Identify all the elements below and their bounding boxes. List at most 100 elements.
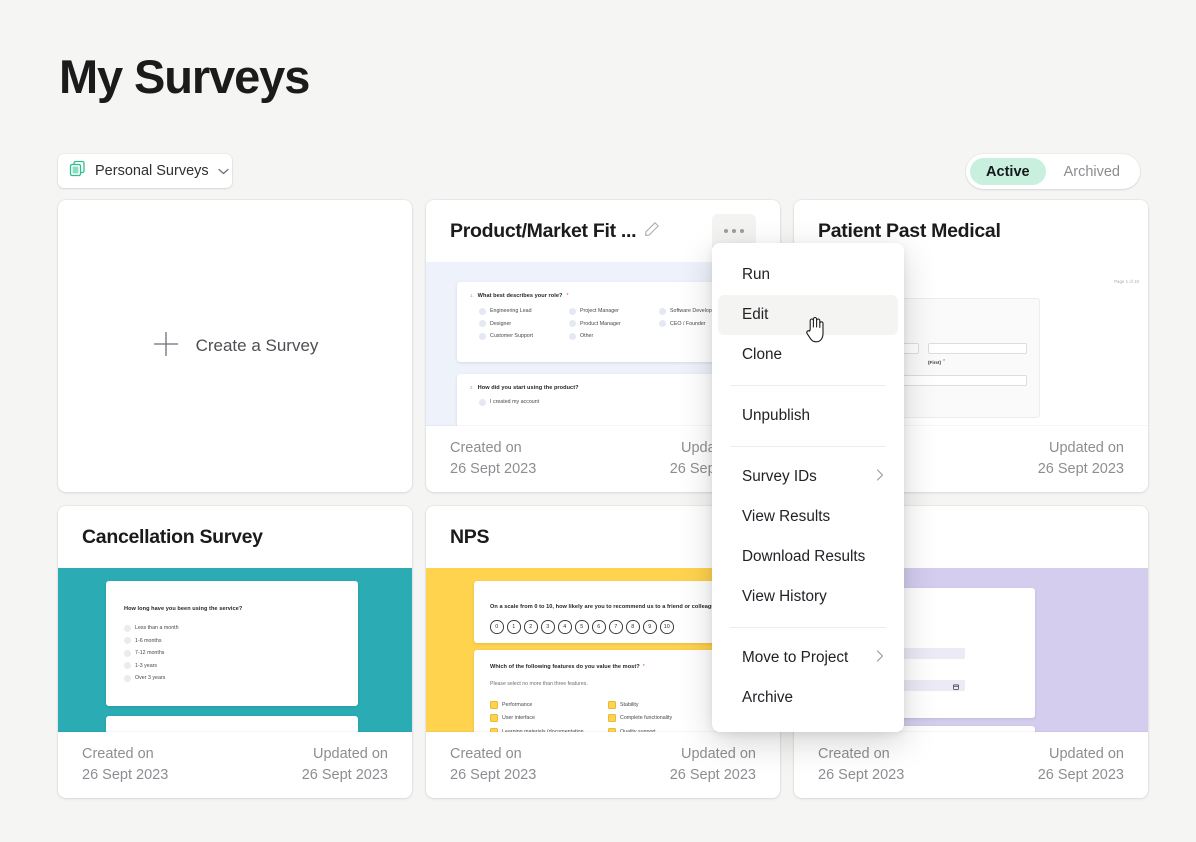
required-marker: * xyxy=(643,664,645,670)
menu-item-label: Survey IDs xyxy=(742,468,817,486)
survey-card-cancellation-survey[interactable]: Cancellation Survey How long have you be… xyxy=(58,506,412,798)
updated-meta: Updated on 26 Sept 2023 xyxy=(1038,744,1124,785)
menu-item-clone[interactable]: Clone xyxy=(718,335,898,375)
my-surveys-page: My Surveys Personal Surveys Active Archi… xyxy=(0,0,1196,842)
chevron-down-icon xyxy=(218,162,229,180)
card-footer: Created on 26 Sept 2023 Updated on 26 Se… xyxy=(794,732,1148,798)
menu-item-survey-ids[interactable]: Survey IDs xyxy=(718,457,898,497)
chevron-right-icon xyxy=(876,468,884,486)
question-text: On a scale from 0 to 10, how likely are … xyxy=(490,604,721,610)
updated-date: 26 Sept 2023 xyxy=(1038,765,1124,786)
created-label: Created on xyxy=(450,744,536,765)
card-title: Patient Past Medical xyxy=(818,220,1001,243)
updated-date: 26 Sept 2023 xyxy=(1038,459,1124,480)
project-selector-label: Personal Surveys xyxy=(95,163,209,179)
option-label: 1-6 months xyxy=(135,638,162,644)
created-label: Created on xyxy=(82,744,168,765)
option-label: I created my account xyxy=(490,399,539,405)
scale-option[interactable]: 0 xyxy=(490,620,504,634)
menu-item-edit[interactable]: Edit xyxy=(718,295,898,335)
menu-separator xyxy=(730,446,886,447)
option-label: Designer xyxy=(490,321,511,327)
created-label: Created on xyxy=(450,438,536,459)
scale-option[interactable]: 3 xyxy=(541,620,555,634)
scale-option[interactable]: 6 xyxy=(592,620,606,634)
menu-item-run[interactable]: Run xyxy=(718,255,898,295)
card-header: Cancellation Survey xyxy=(58,506,412,568)
menu-item-view-results[interactable]: View Results xyxy=(718,497,898,537)
menu-item-unpublish[interactable]: Unpublish xyxy=(718,396,898,436)
tab-archived[interactable]: Archived xyxy=(1048,158,1136,185)
updated-label: Updated on xyxy=(1038,744,1124,765)
option-label: CEO / Founder xyxy=(670,321,706,327)
updated-meta: Updated on 26 Sept 2023 xyxy=(1038,438,1124,479)
updated-date: 26 Sept 2023 xyxy=(670,765,756,786)
scale-option[interactable]: 5 xyxy=(575,620,589,634)
updated-date: 26 Sept 2023 xyxy=(302,765,388,786)
option-label: User interface xyxy=(502,715,535,721)
scale-option[interactable]: 2 xyxy=(524,620,538,634)
option-label: Complete functionality xyxy=(620,715,672,721)
updated-label: Updated on xyxy=(670,744,756,765)
updated-meta: Updated on 26 Sept 2023 xyxy=(670,744,756,785)
question-number: 2. xyxy=(470,385,474,391)
option-label: Stability xyxy=(620,702,639,708)
surveys-stack-icon xyxy=(69,160,86,182)
menu-item-download-results[interactable]: Download Results xyxy=(718,537,898,577)
plus-icon xyxy=(152,330,180,363)
scale-option[interactable]: 9 xyxy=(643,620,657,634)
option-label: Software Developer xyxy=(670,308,717,314)
survey-grid: Create a Survey Product/Market Fit ... 1… xyxy=(58,200,1140,798)
menu-separator xyxy=(730,627,886,628)
required-marker: * xyxy=(943,359,945,365)
menu-item-view-history[interactable]: View History xyxy=(718,577,898,617)
updated-label: Updated on xyxy=(302,744,388,765)
menu-item-move-to-project[interactable]: Move to Project xyxy=(718,638,898,678)
option-label: Over 3 years xyxy=(135,675,165,681)
required-marker: * xyxy=(566,293,568,299)
option-label: 1-3 years xyxy=(135,663,157,669)
question-text: What best describes your role? xyxy=(478,293,563,299)
scale-option[interactable]: 10 xyxy=(660,620,674,634)
tab-active[interactable]: Active xyxy=(970,158,1046,185)
option-label: Other xyxy=(580,333,593,339)
chevron-right-icon xyxy=(876,649,884,667)
project-selector[interactable]: Personal Surveys xyxy=(58,154,232,188)
updated-label: Updated on xyxy=(1038,438,1124,459)
card-title: NPS xyxy=(450,526,489,549)
created-date: 26 Sept 2023 xyxy=(818,765,904,786)
create-survey-label: Create a Survey xyxy=(196,336,319,356)
scale-option[interactable]: 8 xyxy=(626,620,640,634)
page-title: My Surveys xyxy=(59,52,309,103)
scale-option[interactable]: 1 xyxy=(507,620,521,634)
question-text: Which of the following features do you v… xyxy=(490,664,640,670)
created-meta: Created on 26 Sept 2023 xyxy=(450,438,536,479)
card-context-menu[interactable]: Run Edit Clone Unpublish Survey IDs View… xyxy=(712,243,904,732)
option-label: Less than a month xyxy=(135,625,179,631)
scale-option[interactable]: 4 xyxy=(558,620,572,634)
created-meta: Created on 26 Sept 2023 xyxy=(82,744,168,785)
created-label: Created on xyxy=(818,744,904,765)
question-text: How long have you been using the service… xyxy=(124,606,242,612)
view-toggle[interactable]: Active Archived xyxy=(966,154,1140,189)
created-meta: Created on 26 Sept 2023 xyxy=(450,744,536,785)
menu-item-label: Move to Project xyxy=(742,649,848,667)
scale-option[interactable]: 7 xyxy=(609,620,623,634)
option-label: 7-12 months xyxy=(135,650,164,656)
option-label: Project Manager xyxy=(580,308,619,314)
calendar-icon xyxy=(953,677,959,695)
page-indicator: Page 1 of 10 xyxy=(1114,279,1139,284)
menu-separator xyxy=(730,385,886,386)
card-title: Cancellation Survey xyxy=(82,526,263,549)
created-meta: Created on 26 Sept 2023 xyxy=(818,744,904,785)
updated-meta: Updated on 26 Sept 2023 xyxy=(302,744,388,785)
card-preview: How long have you been using the service… xyxy=(58,568,412,732)
field-sublabel: (First) xyxy=(928,360,941,365)
edit-pencil-icon[interactable] xyxy=(644,221,660,242)
created-date: 26 Sept 2023 xyxy=(82,765,168,786)
create-survey-tile[interactable]: Create a Survey xyxy=(58,200,412,492)
question-subtext: Please select no more than three feature… xyxy=(490,681,588,687)
option-label: Performance xyxy=(502,702,532,708)
option-label: Engineering Lead xyxy=(490,308,532,314)
menu-item-archive[interactable]: Archive xyxy=(718,678,898,718)
